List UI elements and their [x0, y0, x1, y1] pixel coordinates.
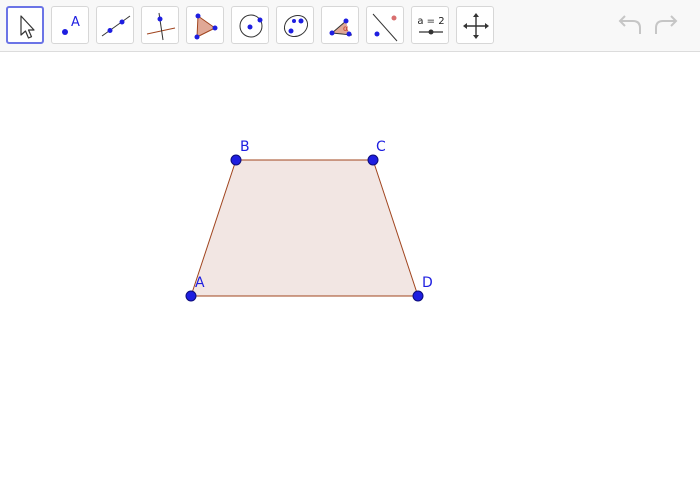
- angle-icon: α: [329, 18, 353, 37]
- perpendicular-line-tool-button[interactable]: [141, 6, 179, 44]
- point-d[interactable]: [412, 290, 424, 302]
- reflect-about-line-icon: [372, 13, 398, 42]
- point-a-label: A: [195, 275, 205, 291]
- angle-tool-button[interactable]: α: [321, 6, 359, 44]
- slider-icon: a = 2: [417, 16, 445, 35]
- point-b[interactable]: [230, 154, 242, 166]
- perpendicular-line-icon: [146, 12, 176, 41]
- point-d-label: D: [422, 275, 433, 291]
- move-graphics-view-tool-button[interactable]: [456, 6, 494, 44]
- graphics-canvas[interactable]: A B C D: [0, 53, 700, 500]
- circle-with-center-icon: [239, 14, 263, 38]
- conic-ellipse-icon: [283, 14, 309, 38]
- point-tool-button[interactable]: A: [51, 6, 89, 44]
- circle-tool-button[interactable]: [231, 6, 269, 44]
- angle-icon-label: α: [343, 24, 348, 33]
- point-a[interactable]: [185, 290, 197, 302]
- undo-button[interactable]: [614, 12, 646, 42]
- redo-icon: [655, 15, 678, 34]
- trapezoid-polygon[interactable]: [190, 159, 419, 297]
- reflect-tool-button[interactable]: [366, 6, 404, 44]
- redo-button[interactable]: [650, 12, 682, 42]
- slider-icon-label: a = 2: [417, 16, 444, 27]
- point-icon: A: [62, 15, 80, 35]
- point-b-label: B: [240, 139, 250, 155]
- undo-icon: [618, 15, 641, 34]
- point-c-label: C: [376, 139, 386, 155]
- polygon-icon: [194, 13, 218, 40]
- point-icon-label: A: [71, 15, 80, 30]
- point-c[interactable]: [367, 154, 379, 166]
- cursor-arrow-icon: [20, 15, 35, 39]
- slider-tool-button[interactable]: a = 2: [411, 6, 449, 44]
- move-arrows-icon: [463, 13, 489, 39]
- toolbar: A α a = 2: [0, 0, 700, 52]
- line-through-points-icon: [101, 15, 131, 37]
- move-tool-button[interactable]: [6, 6, 44, 44]
- ellipse-tool-button[interactable]: [276, 6, 314, 44]
- polygon-tool-button[interactable]: [186, 6, 224, 44]
- graphics-view[interactable]: A B C D: [0, 53, 700, 500]
- line-tool-button[interactable]: [96, 6, 134, 44]
